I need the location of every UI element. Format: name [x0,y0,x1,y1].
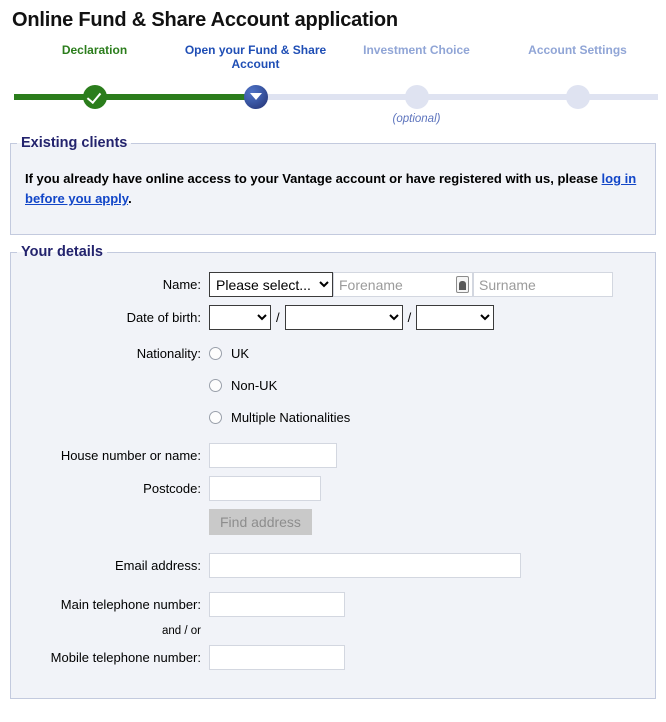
dob-day-select[interactable] [209,305,271,330]
main-telephone-row: Main telephone number: [11,588,655,621]
stepper-note-optional: (optional) [392,113,441,125]
stepper-node-cell-2 [175,85,336,109]
stepper-label-open-account[interactable]: Open your Fund & Share Account [175,43,336,71]
existing-clients-text-before: If you already have online access to you… [25,171,602,186]
email-label: Email address: [115,558,201,573]
stepper-notes: (optional) [14,113,658,125]
forename-wrapper [333,272,473,297]
stepper-node-cell-3 [336,85,497,109]
and-or-text: and / or [162,625,201,637]
stepper-label-investment-choice[interactable]: Investment Choice [336,43,497,71]
radio-nationality-non-uk[interactable] [209,378,222,392]
find-address-row: Find address [11,505,655,539]
postcode-label: Postcode: [143,481,201,496]
radio-label-non-uk[interactable]: Non-UK [222,378,277,393]
check-icon[interactable] [82,85,107,109]
email-row: Email address: [11,549,655,582]
find-address-button[interactable]: Find address [209,509,312,535]
nationality-row-multiple: Multiple Nationalities [11,401,655,433]
stepper-label-declaration[interactable]: Declaration [14,43,175,71]
dot-icon-settings[interactable] [565,85,590,109]
name-row: Name: Please select... [11,268,655,301]
date-of-birth-fields: / / [209,305,495,330]
dob-year-select[interactable] [416,305,495,330]
postcode-row: Postcode: [11,472,655,505]
main-telephone-label: Main telephone number: [60,597,201,612]
radio-label-multiple[interactable]: Multiple Nationalities [222,410,350,425]
existing-clients-panel: Existing clients If you already have onl… [10,135,656,235]
house-label: House number or name: [60,448,201,463]
stepper-note-4 [497,113,658,125]
forename-input[interactable] [333,272,473,297]
existing-clients-text: If you already have online access to you… [11,167,655,209]
and-or-row: and / or [11,621,655,641]
stepper-note-2 [175,113,336,125]
stepper-track [14,85,658,109]
stepper-nodes [14,85,658,109]
dob-separator-1: / [276,310,280,325]
stepper-note-1 [14,113,175,125]
stepper-node-cell-1 [14,85,175,109]
existing-clients-text-after: . [128,191,132,206]
mobile-telephone-row: Mobile telephone number: [11,641,655,674]
house-input[interactable] [209,443,337,468]
stepper-labels: Declaration Open your Fund & Share Accou… [14,43,658,71]
dob-separator-2: / [407,310,412,325]
stepper-label-account-settings[interactable]: Account Settings [497,43,658,71]
nationality-group: Nationality: UK Non-UK Multiple National… [11,334,655,433]
radio-label-uk[interactable]: UK [222,346,249,361]
page-title: Online Fund & Share Account application [12,9,398,31]
mobile-telephone-label: Mobile telephone number: [50,650,201,665]
nationality-row-non-uk: Non-UK [11,369,655,401]
title-select[interactable]: Please select... [209,272,333,297]
date-of-birth-row: Date of birth: / / [11,301,655,334]
name-fields: Please select... [209,272,613,297]
your-details-panel: Your details Name: Please select... Date… [10,244,656,699]
main-telephone-input[interactable] [209,592,345,617]
nationality-label: Nationality: [136,345,201,361]
mobile-telephone-input[interactable] [209,645,345,670]
chevron-down-icon[interactable] [243,85,268,109]
dot-icon-investment[interactable] [404,85,429,109]
your-details-legend: Your details [21,244,103,260]
postcode-input[interactable] [209,476,321,501]
radio-nationality-uk[interactable] [209,346,222,360]
date-of-birth-label: Date of birth: [126,310,201,325]
progress-stepper: Declaration Open your Fund & Share Accou… [0,43,666,133]
house-row: House number or name: [11,439,655,472]
radio-nationality-multiple[interactable] [209,410,222,424]
email-input[interactable] [209,553,521,578]
existing-clients-legend: Existing clients [21,135,128,151]
autofill-icon[interactable] [456,276,469,293]
nationality-row-uk: Nationality: UK [11,337,655,369]
name-label: Name: [162,277,201,292]
surname-input[interactable] [473,272,613,297]
stepper-node-cell-4 [497,85,658,109]
dob-month-select[interactable] [284,305,403,330]
